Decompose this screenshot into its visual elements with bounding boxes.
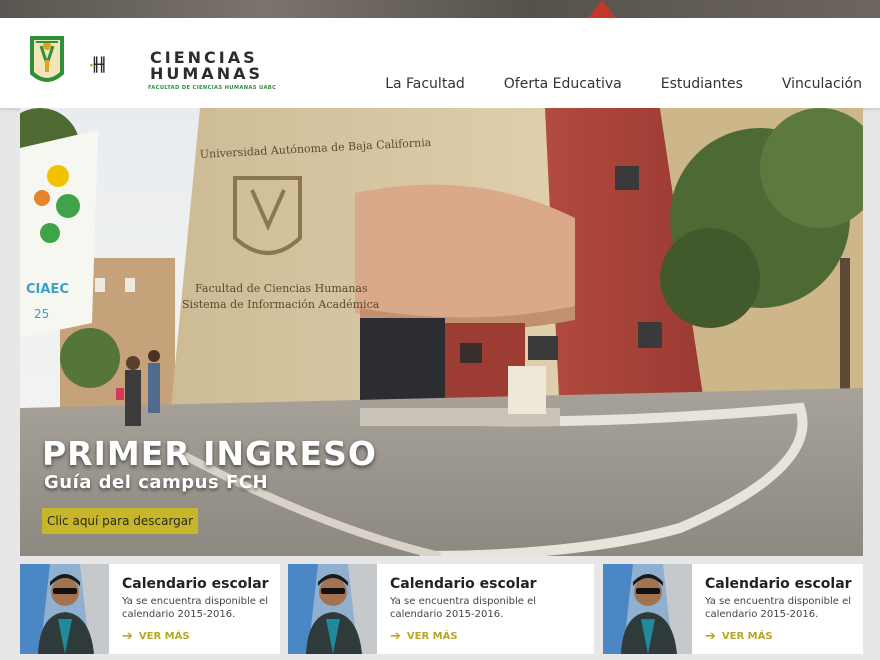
arrow-right-icon: ➔ [122,629,133,644]
card-title: Calendario escolar [705,576,852,592]
arrow-right-icon: ➔ [390,629,401,644]
news-card[interactable]: Calendario escolar Ya se encuentra dispo… [603,564,863,654]
building-sign-main1: Facultad de Ciencias Humanas [195,282,368,295]
main-nav: La Facultad Oferta Educativa Estudiantes… [346,76,862,92]
student-thumbnail [603,564,692,654]
nav-la-facultad[interactable]: La Facultad [385,76,465,92]
ver-mas-label: VER MÁS [138,631,190,642]
news-card[interactable]: Calendario escolar Ya se encuentra dispo… [288,564,594,654]
building-sign-main2: Sistema de Información Académica [182,298,380,311]
student-thumbnail [20,564,109,654]
hero-title: PRIMER INGRESO [42,434,377,473]
ciencias-humanas-logo[interactable] [90,35,150,95]
card-title: Calendario escolar [122,576,269,592]
ver-mas-label: VER MÁS [721,631,773,642]
ver-mas-link[interactable]: ➔ VER MÁS [390,629,458,644]
top-photo-strip [0,0,880,18]
site-header: CIENCIAS HUMANAS FACULTAD DE CIENCIAS HU… [0,18,880,108]
banner-number: 25 [34,307,49,321]
card-text: Ya se encuentra disponible el calendario… [390,596,537,620]
ver-mas-link[interactable]: ➔ VER MÁS [122,629,190,644]
nav-vinculacion[interactable]: Vinculación [782,76,862,92]
hero-banner[interactable]: CIAEC 25 Universidad Autónoma de Baja Ca… [20,108,863,556]
card-text: Ya se encuentra disponible el calendario… [705,596,852,620]
brand-subtitle: FACULTAD DE CIENCIAS HUMANAS UABC [148,85,277,91]
uabc-seal-logo[interactable] [28,34,66,90]
banner-text: CIAEC [26,282,69,297]
student-thumbnail [288,564,377,654]
hero-subtitle: Guía del campus FCH [44,472,269,493]
nav-oferta-educativa[interactable]: Oferta Educativa [504,76,622,92]
download-guide-button[interactable]: Clic aquí para descargar [42,508,199,534]
card-text: Ya se encuentra disponible el calendario… [122,596,269,620]
ver-mas-link[interactable]: ➔ VER MÁS [705,629,773,644]
card-title: Calendario escolar [390,576,537,592]
brand-name-line2: HUMANAS [150,64,263,83]
news-cards: Calendario escolar Ya se encuentra dispo… [20,564,863,654]
ver-mas-label: VER MÁS [406,631,458,642]
nav-estudiantes[interactable]: Estudiantes [661,76,743,92]
arrow-right-icon: ➔ [705,629,716,644]
news-card[interactable]: Calendario escolar Ya se encuentra dispo… [20,564,280,654]
